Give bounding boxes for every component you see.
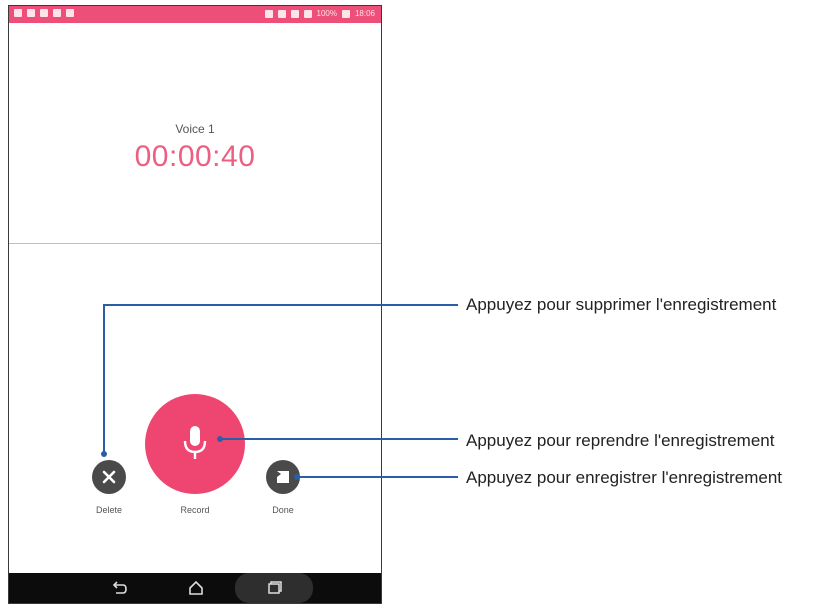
navigation-bar: [9, 573, 381, 603]
message-icon: [14, 9, 22, 17]
waveform-baseline: [9, 243, 381, 244]
app-notification-icon: [66, 9, 74, 17]
bluetooth-icon: [264, 10, 273, 18]
delete-label: Delete: [95, 505, 122, 515]
battery-icon: [341, 10, 350, 18]
clock: 18:06: [354, 9, 375, 18]
wifi-icon: [290, 10, 299, 18]
cloud-icon: [40, 9, 48, 17]
calendar-icon: [53, 9, 61, 17]
resume-callout-text: Appuyez pour reprendre l'enregistrement: [466, 431, 775, 450]
back-icon: [112, 581, 127, 594]
alarm-icon: [277, 10, 286, 18]
record-label: Record: [180, 505, 210, 515]
done-label: Done: [272, 505, 294, 515]
recording-title: Voice 1: [175, 122, 215, 136]
usb-icon: [27, 9, 35, 17]
delete-callout-line-horizontal: [103, 304, 458, 306]
delete-callout-text: Appuyez pour supprimer l'enregistrement: [466, 295, 777, 314]
nav-recent-button[interactable]: [259, 573, 289, 603]
notification-icons: [14, 9, 74, 17]
status-bar: 100% 18:06: [9, 6, 381, 23]
battery-percent: 100%: [316, 9, 337, 18]
recording-timer: 00:00:40: [134, 140, 256, 173]
save-callout-text: Appuyez pour enregistrer l'enregistremen…: [466, 468, 783, 487]
signal-icon: [303, 10, 312, 18]
system-icons: 100% 18:06: [264, 9, 375, 19]
home-icon: [189, 580, 203, 595]
microphone-icon: [183, 426, 207, 459]
close-icon: [102, 470, 116, 484]
nav-home-button[interactable]: [181, 573, 211, 603]
delete-button[interactable]: [92, 460, 126, 494]
resume-callout-line: [220, 438, 458, 440]
record-button[interactable]: [145, 394, 245, 494]
delete-callout-line-vertical: [103, 304, 105, 454]
nav-back-button[interactable]: [104, 573, 134, 603]
recent-apps-icon: [268, 581, 282, 594]
save-callout-line: [297, 476, 458, 478]
